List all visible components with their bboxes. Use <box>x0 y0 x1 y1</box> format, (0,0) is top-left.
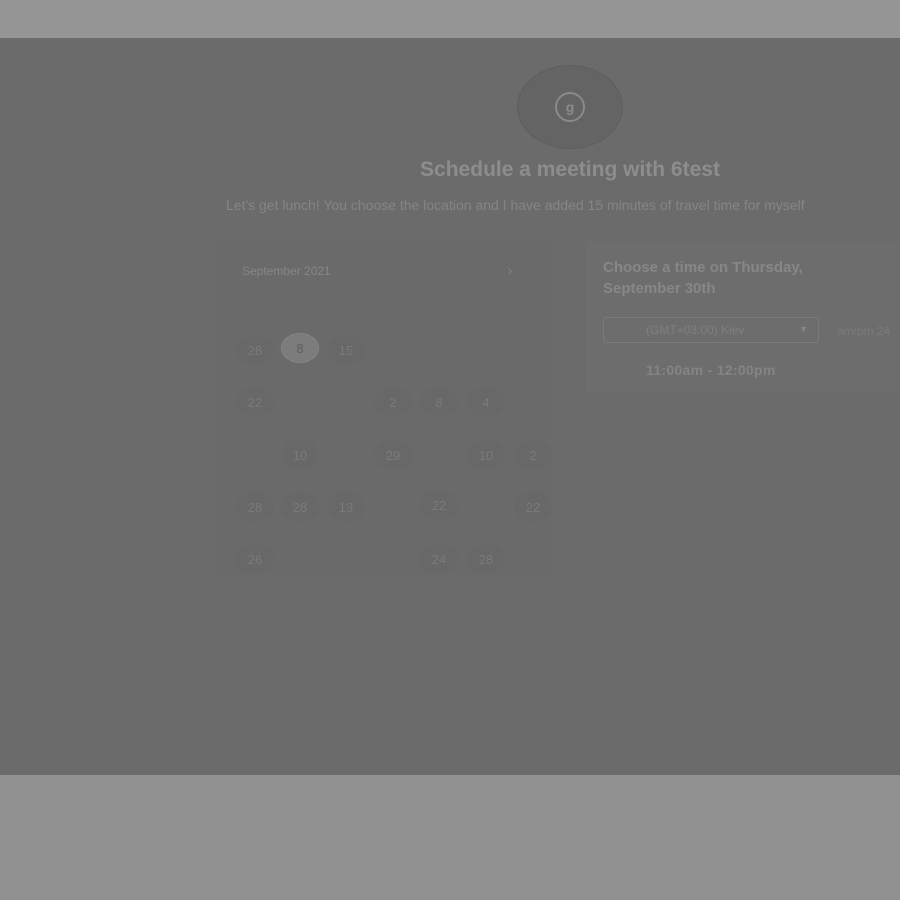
avatar-initials: g <box>555 92 585 122</box>
calendar-day[interactable]: 28 <box>467 544 505 574</box>
date-picker: September 2021 › 28 8 15 22 2 8 4 10 29 … <box>214 242 554 578</box>
page-title: Schedule a meeting with 6test <box>420 158 720 181</box>
calendar-day[interactable]: 2 <box>514 440 552 470</box>
caret-down-icon: ▼ <box>799 324 808 334</box>
calendar-day[interactable]: 2 <box>374 387 412 417</box>
booking-page: g Schedule a meeting with 6test Let's ge… <box>0 38 900 775</box>
calendar-day[interactable]: 28 <box>236 492 274 522</box>
calendar-day[interactable]: 29 <box>374 440 412 470</box>
time-format-toggle[interactable]: am/pm 24 <box>837 324 890 338</box>
calendar-day[interactable]: 10 <box>467 440 505 470</box>
top-band <box>0 0 900 38</box>
time-picker: Choose a time on Thursday, September 30t… <box>586 242 900 392</box>
timezone-select[interactable]: (GMT+03:00) Kiev ▼ <box>603 317 819 343</box>
calendar-day[interactable]: 4 <box>467 387 505 417</box>
calendar-day[interactable]: 8 <box>420 387 458 417</box>
calendar-day[interactable]: 10 <box>281 440 319 470</box>
bottom-band <box>0 775 900 900</box>
calendar-day[interactable]: 22 <box>514 492 552 522</box>
times-heading: Choose a time on Thursday, September 30t… <box>603 259 803 297</box>
host-avatar: g <box>517 65 623 149</box>
calendar-day[interactable]: 28 <box>281 492 319 522</box>
time-slot[interactable]: 11:00am - 12:00pm <box>646 362 776 378</box>
calendar-day[interactable]: 22 <box>420 490 458 520</box>
calendar-day-selected[interactable]: 8 <box>281 333 319 363</box>
month-label: September 2021 <box>242 264 331 278</box>
calendar-day[interactable]: 15 <box>327 335 365 365</box>
calendar-day[interactable]: 13 <box>327 492 365 522</box>
meeting-description: Let's get lunch! You choose the location… <box>226 197 805 213</box>
calendar-day[interactable]: 22 <box>236 387 274 417</box>
chevron-right-icon[interactable]: › <box>502 262 518 278</box>
calendar-day[interactable]: 24 <box>420 544 458 574</box>
calendar-day[interactable]: 26 <box>236 544 274 574</box>
calendar-day[interactable]: 28 <box>236 335 274 365</box>
timezone-value: (GMT+03:00) Kiev <box>646 323 745 337</box>
